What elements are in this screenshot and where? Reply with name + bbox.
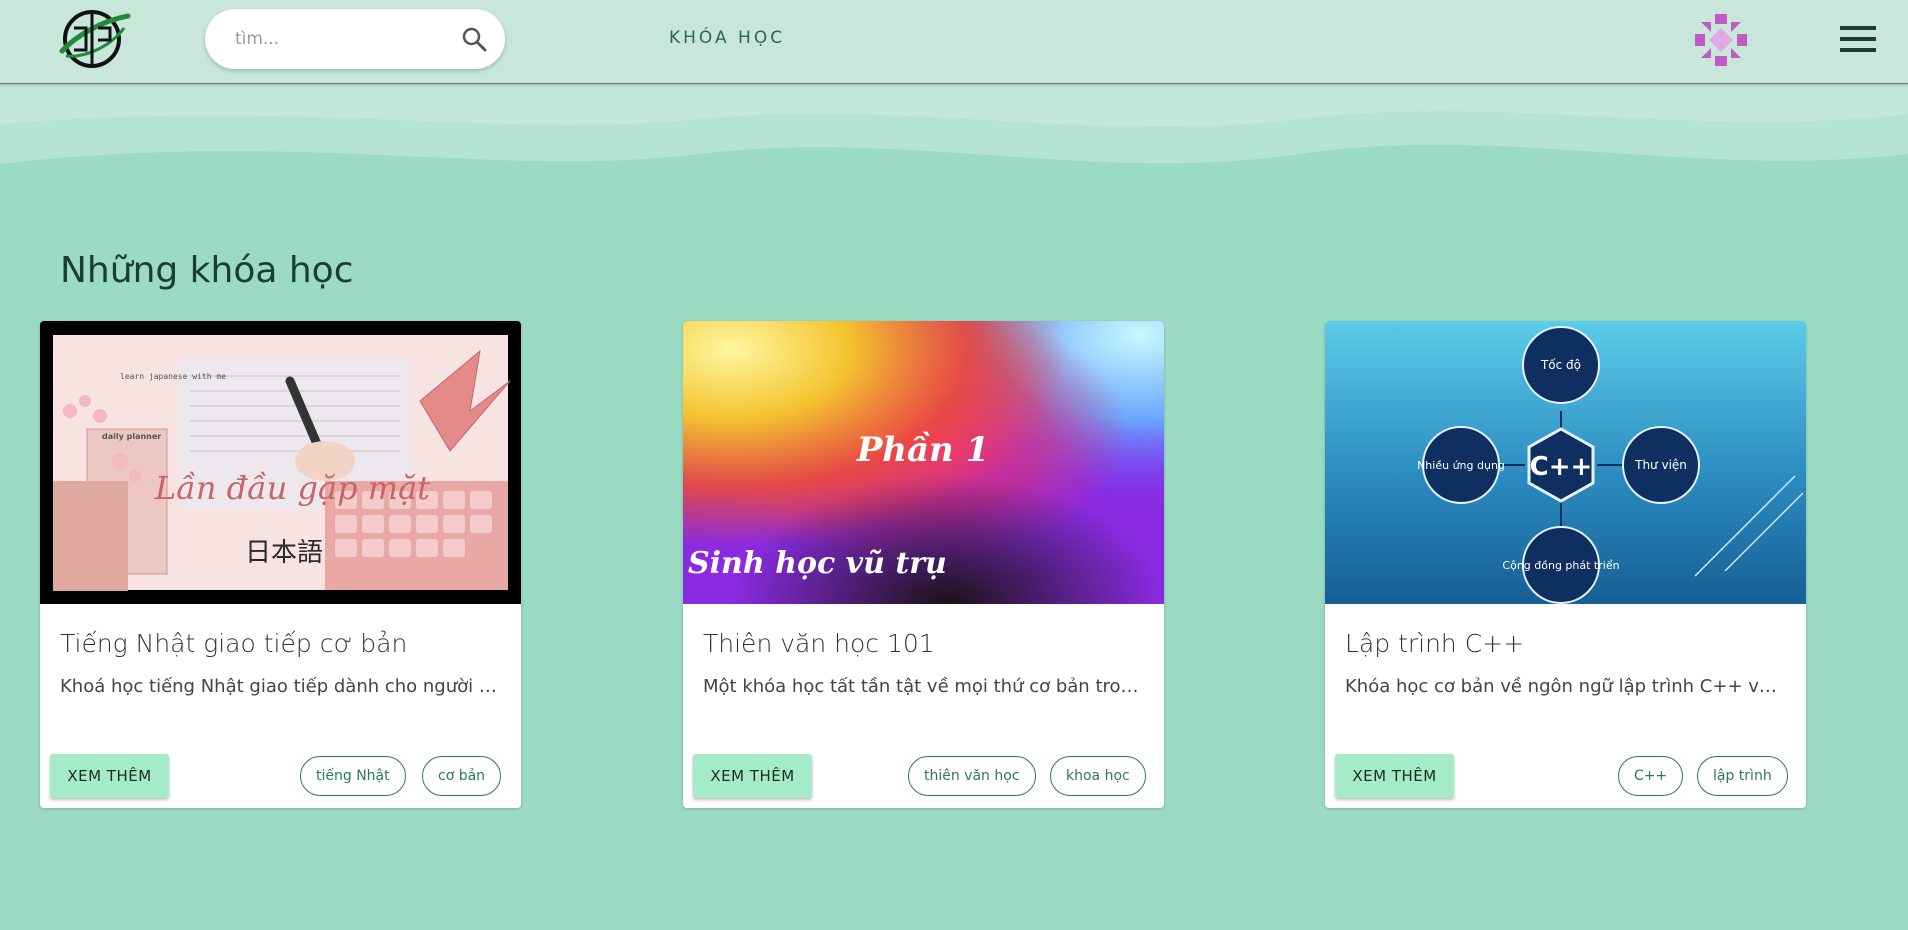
course-description: Một khóa học tất tần tật về mọi thứ cơ b… <box>703 676 1143 697</box>
course-tag[interactable]: khoa học <box>1050 756 1146 796</box>
course-tag[interactable]: C++ <box>1618 756 1684 796</box>
search-input[interactable] <box>235 23 445 55</box>
hamburger-menu-icon[interactable] <box>1840 24 1876 54</box>
course-tag[interactable]: tiếng Nhật <box>300 756 406 796</box>
search-box <box>205 9 505 69</box>
svg-text:Lần đầu gặp mặt: Lần đầu gặp mặt <box>154 469 430 507</box>
course-tag[interactable]: thiên văn học <box>908 756 1036 796</box>
course-thumbnail-cpp[interactable]: C++ Tốc độ Thư viện Nhiều ứng dụng Cộng … <box>1325 321 1806 604</box>
top-navbar: KHÓA HỌC <box>0 0 1908 84</box>
site-logo-icon[interactable] <box>56 6 132 72</box>
course-tag[interactable]: cơ bản <box>422 756 502 796</box>
avatar-pattern-icon[interactable] <box>1695 14 1747 66</box>
section-title: Những khóa học <box>60 250 354 291</box>
view-more-button[interactable]: XEM THÊM <box>1335 754 1454 798</box>
course-title[interactable]: Thiên văn học 101 <box>703 629 1143 658</box>
svg-text:C++: C++ <box>1530 452 1593 482</box>
cosmic-gradient-image: Phần 1 Sinh học vũ trụ <box>683 321 1164 604</box>
view-more-button[interactable]: XEM THÊM <box>50 754 169 798</box>
svg-text:daily planner: daily planner <box>102 432 161 441</box>
course-title[interactable]: Tiếng Nhật giao tiếp cơ bản <box>60 629 500 658</box>
course-thumbnail-japanese[interactable]: learn japanese with me daily planner Lần… <box>40 321 521 604</box>
course-card: learn japanese with me daily planner Lần… <box>40 321 521 808</box>
nav-link-courses[interactable]: KHÓA HỌC <box>669 28 785 48</box>
svg-text:Sinh học vũ trụ: Sinh học vũ trụ <box>688 546 947 581</box>
course-title[interactable]: Lập trình C++ <box>1345 629 1785 658</box>
svg-text:Cộng đồng phát triển: Cộng đồng phát triển <box>1502 559 1619 572</box>
svg-text:Thư viện: Thư viện <box>1634 458 1687 472</box>
course-card: C++ Tốc độ Thư viện Nhiều ứng dụng Cộng … <box>1325 321 1806 808</box>
course-description: Khóa học cơ bản về ngôn ngữ lập trình C+… <box>1345 676 1785 697</box>
svg-text:learn japanese with me: learn japanese with me <box>120 372 226 381</box>
view-more-button[interactable]: XEM THÊM <box>693 754 812 798</box>
course-description: Khoá học tiếng Nhật giao tiếp dành cho n… <box>60 676 500 697</box>
svg-text:日本語: 日本語 <box>245 538 323 568</box>
japanese-collage-image: learn japanese with me daily planner Lần… <box>53 335 511 591</box>
course-tag[interactable]: lập trình <box>1697 756 1788 796</box>
cpp-diagram-image: C++ Tốc độ Thư viện Nhiều ứng dụng Cộng … <box>1325 321 1806 604</box>
svg-text:Phần 1: Phần 1 <box>856 430 990 470</box>
svg-text:Nhiều ứng dụng: Nhiều ứng dụng <box>1417 459 1505 472</box>
course-thumbnail-astronomy[interactable]: Phần 1 Sinh học vũ trụ <box>683 321 1164 604</box>
svg-text:Tốc độ: Tốc độ <box>1540 358 1581 372</box>
search-icon[interactable] <box>461 26 487 52</box>
header-wave-decoration <box>0 84 1908 164</box>
course-card: Phần 1 Sinh học vũ trụ Thiên văn học 101… <box>683 321 1164 808</box>
